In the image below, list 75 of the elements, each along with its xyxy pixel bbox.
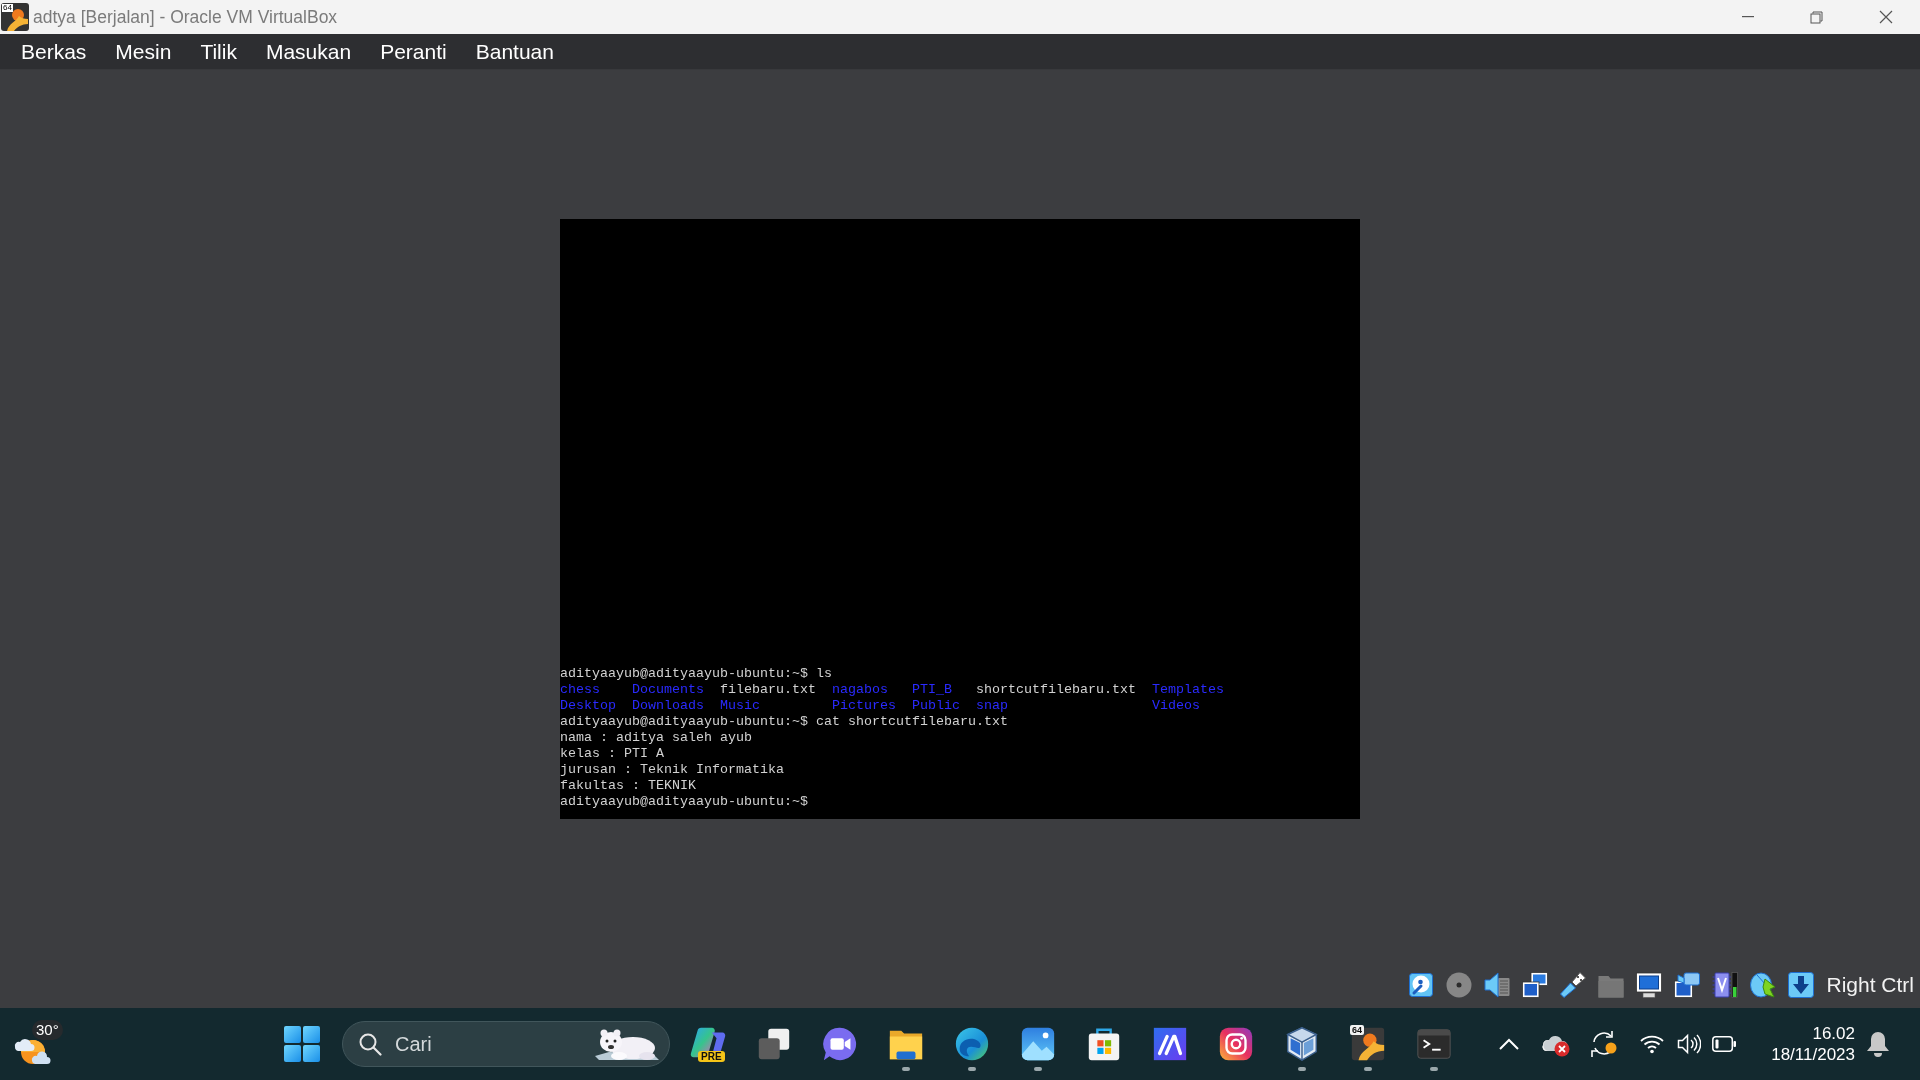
terminal-line: adityaayub@adityaayub-ubuntu:~$ [560,794,808,810]
menu-item[interactable]: Mesin [100,36,186,67]
cube-icon [1283,1025,1321,1063]
folder-name: chess [560,682,601,698]
disc-icon[interactable] [1446,972,1473,998]
camera-screen-icon[interactable] [1674,972,1701,998]
terminal-line: jurusan : Teknik Informatika [560,762,784,778]
close-icon [1878,10,1893,24]
bell-icon[interactable] [1866,1031,1890,1057]
icon-badge-text: 64 [2,4,13,12]
folder-name: Desktop [560,698,616,714]
running-indicator [968,1067,976,1071]
window-title: adtya [Berjalan] - Oracle VM VirtualBox [33,6,338,28]
chip-meter-icon[interactable] [1712,972,1739,998]
terminal-line: adityaayub@adityaayub-ubuntu:~$ cat shortcutfilebaru.txt [560,714,1008,730]
running-indicator [1430,1067,1438,1071]
photo-icon [1019,1025,1057,1063]
ball-and-swoosh-icon [1349,1025,1387,1063]
sync-icon[interactable] [1590,1030,1618,1058]
file-name: filebaru.txt [720,682,816,698]
speaker-icon[interactable] [1677,1033,1701,1055]
speaker-icon[interactable] [1484,972,1511,998]
search-icon [358,1032,382,1056]
camera-icon [1217,1025,1255,1063]
terminal-line: kelas : PTI A [560,746,664,762]
temperature-badge: 30° [32,1020,63,1040]
badge-label: PRE [698,1051,725,1062]
terminal-line: fakultas : TEKNIK [560,778,696,794]
menu-item[interactable]: Peranti [365,36,462,67]
monitor-icon[interactable] [1636,972,1663,998]
terminal-line: adityaayub@adityaayub-ubuntu:~$ ls [560,666,832,682]
minimize-icon [1741,16,1754,18]
battery-icon[interactable] [1712,1036,1736,1052]
terminal-line: nama : aditya saleh ayub [560,730,752,746]
video-chat-icon [821,1025,859,1063]
host-key-label: Right Ctrl [1826,973,1914,997]
restore-icon [1810,10,1823,24]
running-indicator [1034,1067,1042,1071]
start-button[interactable] [282,1024,322,1064]
clock-date[interactable]: 18/11/2023 [1771,1044,1855,1065]
mouse-arrow-icon[interactable] [1750,972,1777,998]
running-indicator [902,1067,910,1071]
chevron-up-icon [1498,1037,1520,1051]
running-indicator [1298,1067,1306,1071]
folder-name: Documents [632,682,704,698]
ball-and-swoosh-icon [1,3,29,31]
folder-name: Templates [1151,682,1224,698]
file-name: shortcutfilebaru.txt [975,682,1136,698]
folder-name: snap [975,698,1009,714]
taskbar-app-button[interactable]: 64 [1338,1014,1398,1074]
clock-time[interactable]: 16.02 [1812,1023,1855,1044]
menu-item[interactable]: Bantuan [461,36,569,67]
weather-widget[interactable]: 30° [12,1019,64,1069]
folder-name: Public [911,698,960,714]
search-input[interactable]: Cari [395,1032,589,1056]
folder-name: Pictures [831,698,896,714]
wave-circle-icon [953,1025,991,1063]
badge-label: 64 [1350,1025,1364,1035]
usb-plug-icon[interactable] [1560,972,1587,998]
menu-item[interactable]: Masukan [251,36,366,67]
folder-name: PTI_B [911,682,953,698]
menu-item[interactable]: Berkas [6,36,101,67]
folder-name: Videos [1151,698,1201,714]
menu-item[interactable]: Tilik [185,36,252,67]
wifi-icon[interactable] [1640,1034,1664,1054]
taskbar-app-button[interactable]: PRE [678,1014,738,1074]
show-hidden-icons-button[interactable] [1498,1037,1520,1051]
folder-name: Music [720,698,761,714]
folder-name: nagabos [831,682,889,698]
slashes-icon [1151,1025,1189,1063]
folder-name: Downloads [632,698,704,714]
search-bar[interactable]: Cari [342,1021,670,1067]
grid-logo-icon [284,1026,320,1062]
running-indicator [1364,1067,1372,1071]
monitors-icon[interactable] [1522,972,1549,998]
